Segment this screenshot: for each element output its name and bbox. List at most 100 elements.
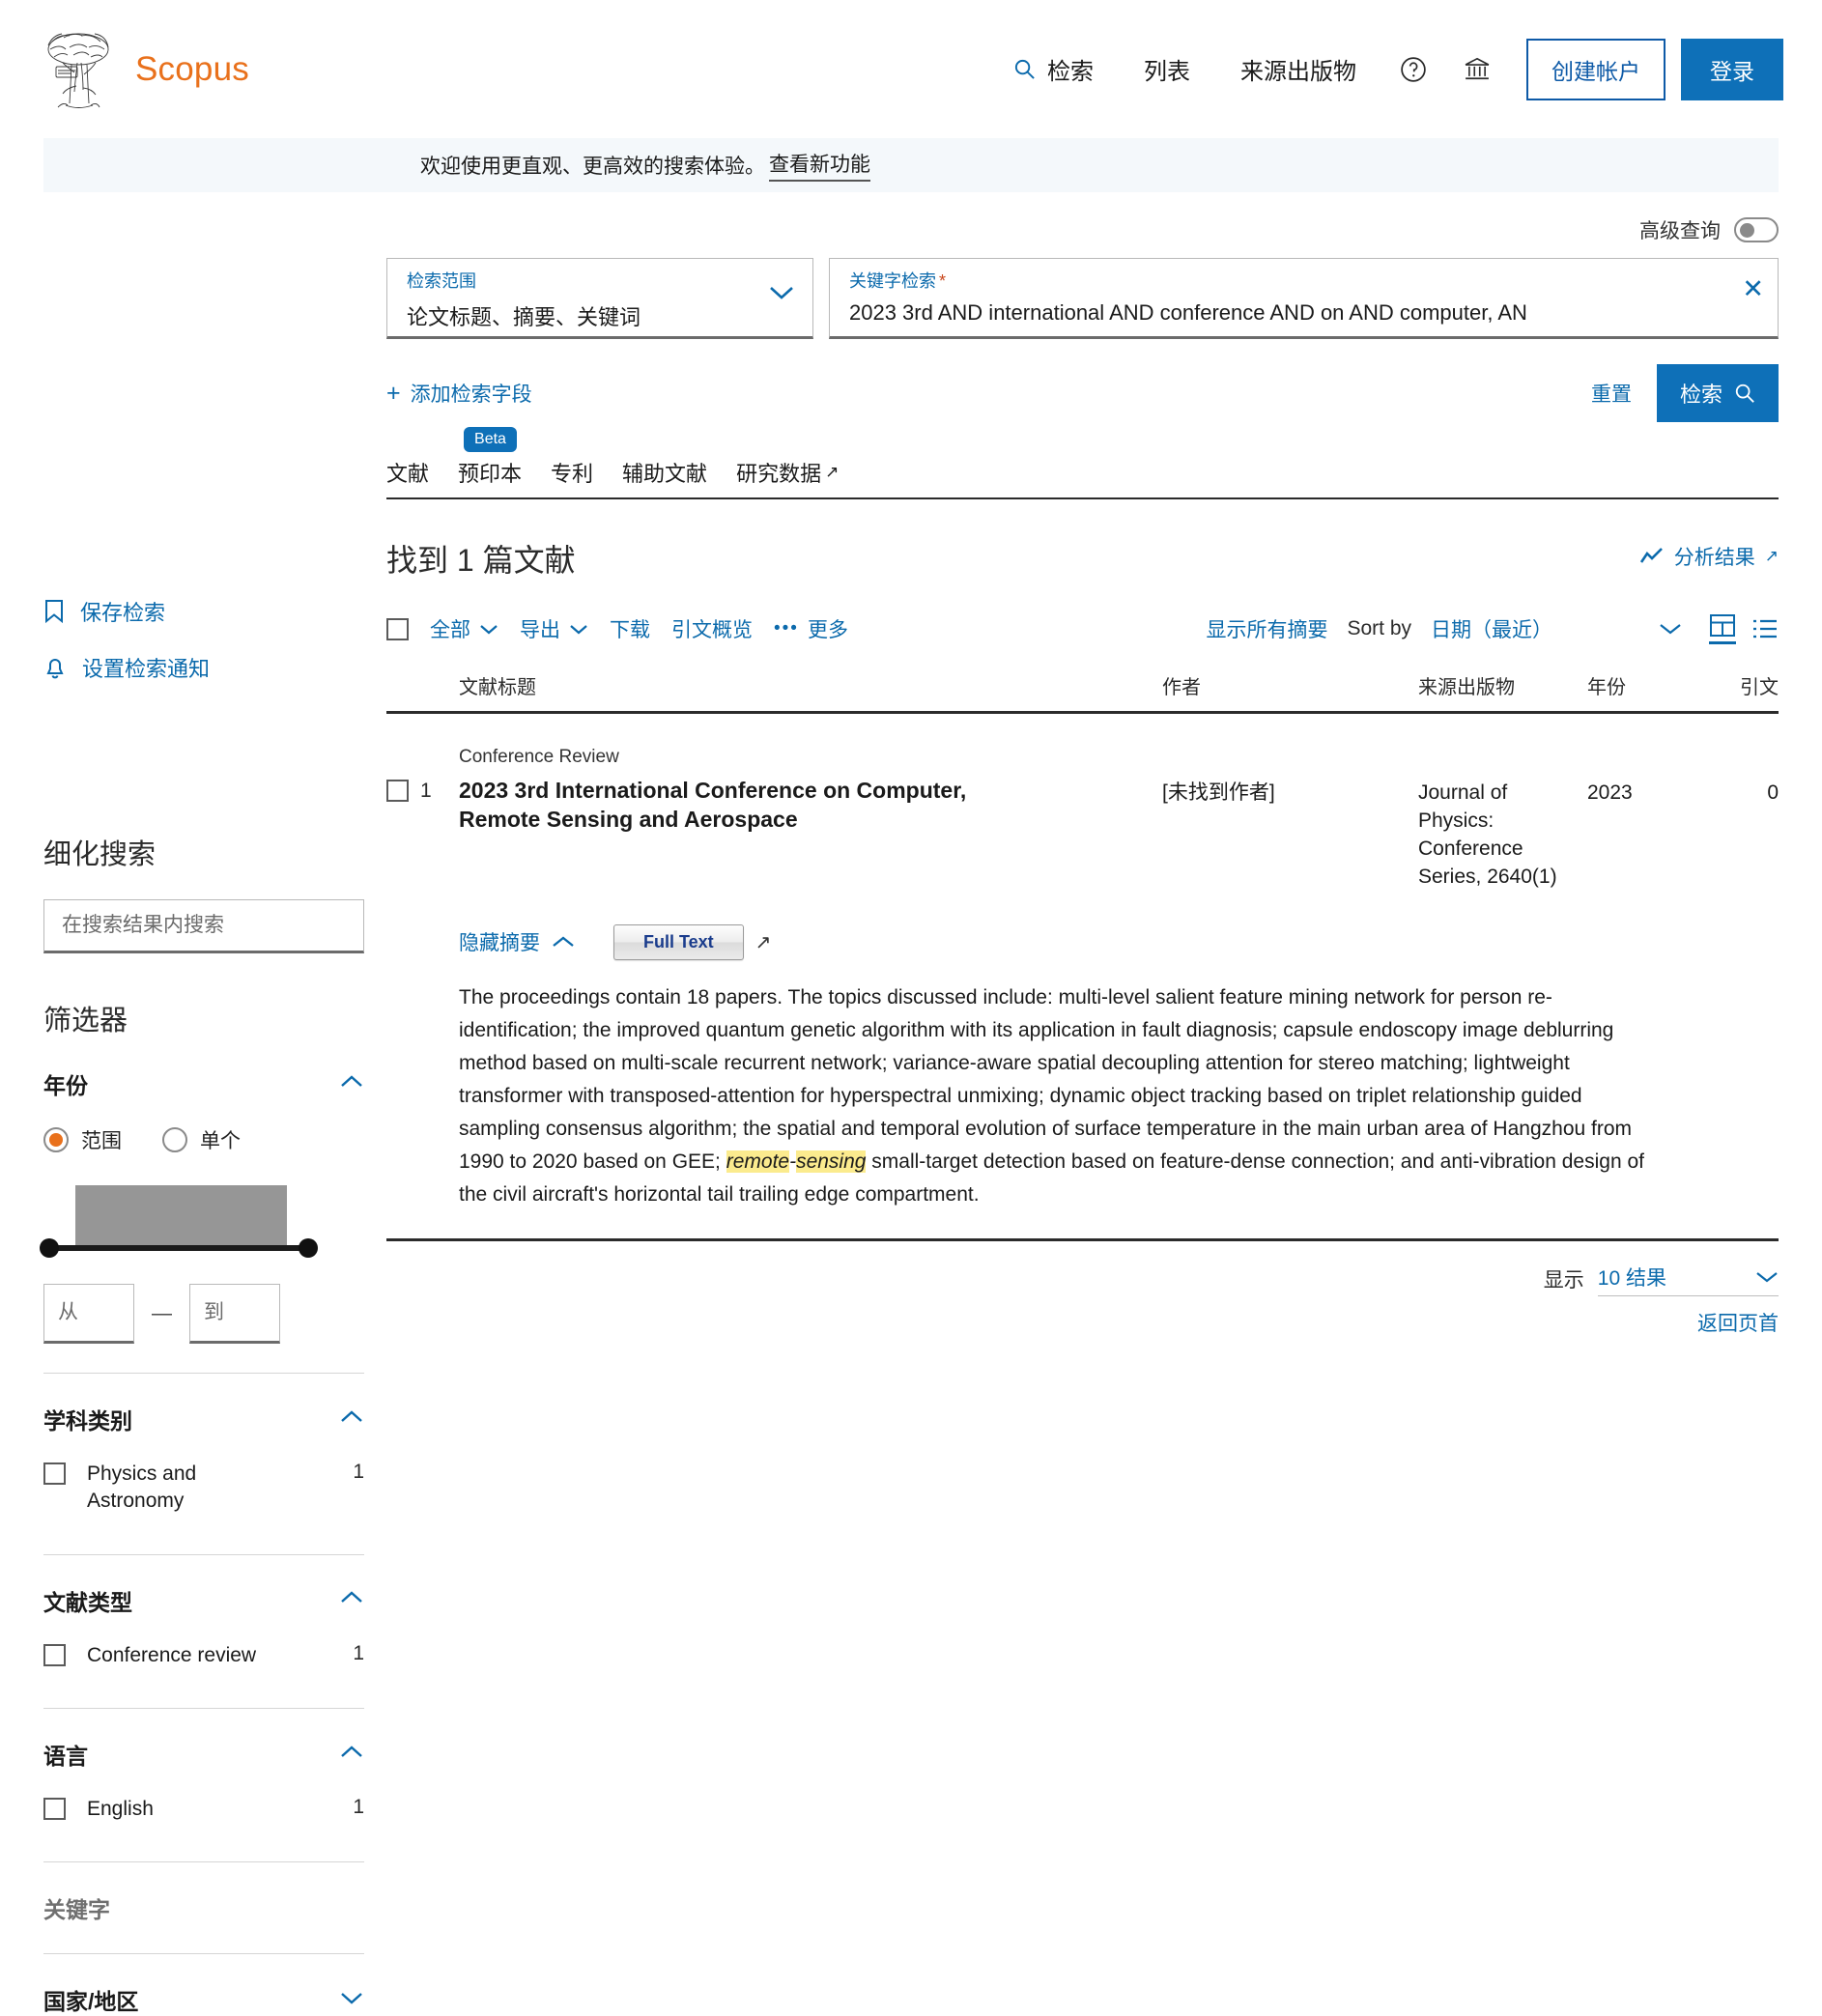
radio-unselected-icon xyxy=(162,1127,187,1152)
set-alert-action[interactable]: 设置检索通知 xyxy=(43,652,386,683)
keyword-search-field[interactable]: 关键字检索 * 2023 3rd AND international AND co… xyxy=(829,258,1779,339)
brand[interactable]: Scopus xyxy=(43,28,249,111)
sort-by-select[interactable]: 日期（最近） xyxy=(1431,614,1682,643)
hide-abstract-button[interactable]: 隐藏摘要 xyxy=(459,927,575,956)
nav-item-lists[interactable]: 列表 xyxy=(1119,52,1215,86)
export-label: 导出 xyxy=(520,619,560,641)
checkbox-icon[interactable] xyxy=(43,1643,66,1666)
results-per-page-value: 10 结果 xyxy=(1597,1266,1666,1290)
row-number: 1 xyxy=(420,780,432,802)
app-header: Scopus 检索 列表 来源出版物 创建帐户 登录 xyxy=(0,0,1822,138)
facet-country-title: 国家/地区 xyxy=(43,1989,139,2015)
citation-overview-button[interactable]: 引文概览 xyxy=(671,614,753,643)
facet-option[interactable]: Physics and Astronomy 1 xyxy=(43,1461,364,1525)
year-slider-handle-min[interactable] xyxy=(40,1238,59,1258)
document-title-link[interactable]: 2023 3rd International Conference on Com… xyxy=(459,776,1048,835)
year-mode-single-option[interactable]: 单个 xyxy=(162,1125,241,1154)
select-all-label: 全部 xyxy=(430,619,470,641)
analyze-results-button[interactable]: 分析结果 ↗ xyxy=(1639,536,1779,571)
year-range-dash: — xyxy=(152,1302,172,1324)
show-label: 显示 xyxy=(1543,1269,1584,1292)
create-account-button[interactable]: 创建帐户 xyxy=(1526,38,1665,100)
view-toggle xyxy=(1709,613,1779,644)
grid-view-icon xyxy=(1710,614,1735,637)
facet-year-header[interactable]: 年份 xyxy=(43,1038,364,1100)
help-circle-icon xyxy=(1401,56,1426,82)
more-button[interactable]: ••• 更多 xyxy=(774,614,848,643)
tab-secondary-documents[interactable]: 辅助文献 xyxy=(622,457,707,488)
abstract-text: The proceedings contain 18 papers. The t… xyxy=(459,981,1662,1211)
more-label: 更多 xyxy=(807,619,848,641)
reset-button[interactable]: 重置 xyxy=(1591,379,1632,408)
bell-icon xyxy=(46,659,64,679)
facet-subject-area: 学科类别 Physics and Astronomy 1 xyxy=(43,1374,364,1555)
tab-research-data[interactable]: 研究数据 ↗ xyxy=(736,457,839,488)
back-to-top-link[interactable]: 返回页首 xyxy=(386,1296,1779,1337)
chevron-down-icon xyxy=(339,1990,364,2010)
search-scope-select[interactable]: 检索范围 论文标题、摘要、关键词 xyxy=(386,258,813,339)
search-actions: + 添加检索字段 重置 检索 xyxy=(386,339,1779,422)
clear-icon[interactable]: ✕ xyxy=(1742,276,1764,302)
checkbox-icon[interactable] xyxy=(43,1462,66,1485)
full-text-button[interactable]: Full Text xyxy=(613,923,744,960)
checkbox-icon[interactable] xyxy=(43,1798,66,1821)
list-view-button[interactable] xyxy=(1751,617,1779,640)
facet-document-type-header[interactable]: 文献类型 xyxy=(43,1555,364,1617)
year-from-input[interactable] xyxy=(43,1284,134,1344)
facet-year-body: 范围 单个 — xyxy=(40,1100,364,1344)
save-search-action[interactable]: 保存检索 xyxy=(43,596,386,627)
search-within-results-input[interactable] xyxy=(43,899,364,953)
search-icon xyxy=(1735,383,1754,403)
year-slider-handle-max[interactable] xyxy=(299,1238,318,1258)
export-button[interactable]: 导出 xyxy=(520,614,588,643)
nav-item-sources[interactable]: 来源出版物 xyxy=(1215,52,1381,86)
add-search-field-button[interactable]: + 添加检索字段 xyxy=(386,379,532,408)
select-all-checkbox[interactable] xyxy=(386,617,409,640)
chevron-down-icon xyxy=(570,624,587,634)
download-button[interactable]: 下载 xyxy=(610,614,650,643)
results-count: 找到 1 篇文献 xyxy=(386,543,576,578)
chevron-up-icon xyxy=(339,1745,364,1765)
abstract-section: 隐藏摘要 Full Text ↗ The proceedings contain… xyxy=(386,892,1779,1211)
tab-preprints[interactable]: Beta 预印本 xyxy=(458,427,522,488)
required-asterisk: * xyxy=(939,271,947,291)
external-link-icon: ↗ xyxy=(825,463,840,481)
chevron-down-icon xyxy=(768,284,795,306)
facet-option[interactable]: Conference review 1 xyxy=(43,1642,364,1679)
sign-in-button[interactable]: 登录 xyxy=(1681,38,1783,100)
year-mode-range-option[interactable]: 范围 xyxy=(43,1125,122,1154)
filters-title: 筛选器 xyxy=(43,1006,128,1036)
full-text-link[interactable]: Full Text ↗ xyxy=(613,923,771,960)
tab-documents[interactable]: 文献 xyxy=(386,457,429,488)
keyword-search-input[interactable]: 2023 3rd AND international AND conferenc… xyxy=(849,300,1760,326)
facet-option-count: 1 xyxy=(353,1641,364,1664)
plus-icon: + xyxy=(386,379,401,407)
grid-view-button[interactable] xyxy=(1709,613,1736,644)
select-all-dropdown[interactable]: 全部 xyxy=(430,614,498,643)
institution-button[interactable] xyxy=(1445,55,1509,84)
help-button[interactable] xyxy=(1381,55,1445,84)
facet-document-type-title: 文献类型 xyxy=(43,1589,132,1615)
highlighted-term: sensing xyxy=(796,1150,867,1173)
external-link-icon: ↗ xyxy=(1764,547,1779,565)
toggle-knob xyxy=(1740,222,1754,238)
facet-option[interactable]: English 1 xyxy=(43,1796,364,1832)
year-range-slider[interactable] xyxy=(40,1238,318,1258)
results-per-page-select[interactable]: 10 结果 xyxy=(1597,1263,1779,1296)
nav-item-lists-label: 列表 xyxy=(1144,59,1190,85)
year-to-input[interactable] xyxy=(189,1284,280,1344)
facet-keyword-header[interactable]: 关键字 xyxy=(43,1862,364,1924)
facet-keyword-title: 关键字 xyxy=(43,1897,110,1923)
banner-link[interactable]: 查看新功能 xyxy=(769,149,870,182)
show-all-abstracts-button[interactable]: 显示所有摘要 xyxy=(1206,614,1327,643)
facet-country-header[interactable]: 国家/地区 xyxy=(43,1954,364,2016)
advanced-query-toggle[interactable] xyxy=(1734,217,1779,242)
row-citations-cell[interactable]: 0 xyxy=(1694,747,1779,892)
refine-search-title: 细化搜索 xyxy=(43,839,157,870)
row-checkbox[interactable] xyxy=(386,780,409,802)
tab-patents[interactable]: 专利 xyxy=(551,457,593,488)
search-submit-button[interactable]: 检索 xyxy=(1656,364,1779,422)
nav-item-search[interactable]: 检索 xyxy=(988,52,1119,86)
facet-language-header[interactable]: 语言 xyxy=(43,1709,364,1771)
facet-subject-area-header[interactable]: 学科类别 xyxy=(43,1374,364,1435)
